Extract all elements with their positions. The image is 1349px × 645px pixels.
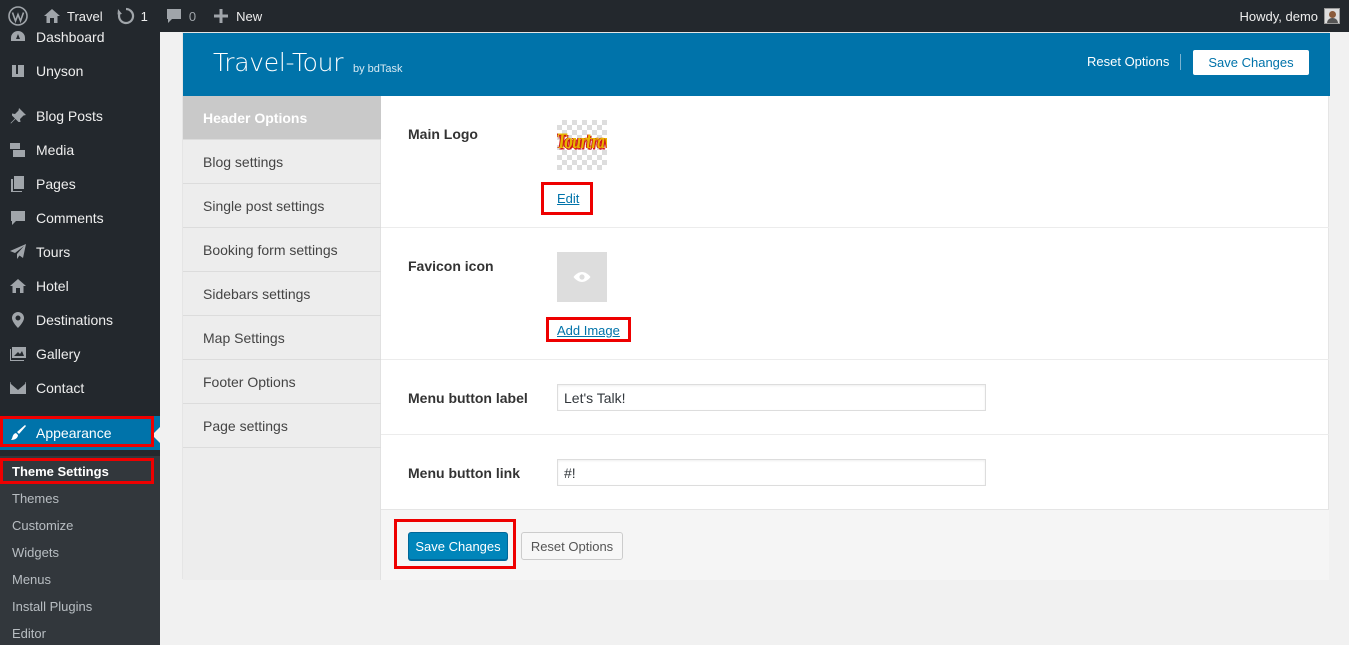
sidebar-item-label: Pages xyxy=(36,176,76,192)
active-indicator xyxy=(152,427,160,443)
options-content: Main Logo Tourtravel Edit Favicon icon A… xyxy=(381,96,1329,580)
sidebar-item-label: Unyson xyxy=(36,63,84,79)
avatar xyxy=(1324,8,1340,24)
sidebar-item-label: Hotel xyxy=(36,278,69,294)
pages-icon xyxy=(0,175,36,193)
option-menu-button-link: Menu button link xyxy=(381,435,1329,509)
mail-icon xyxy=(0,381,36,395)
submenu-theme-settings[interactable]: Theme Settings xyxy=(0,458,160,485)
submenu-menus[interactable]: Menus xyxy=(0,566,160,593)
home-icon xyxy=(0,278,36,294)
tab-header-options[interactable]: Header Options xyxy=(183,96,381,140)
option-label: Menu button label xyxy=(408,390,528,406)
sidebar-item-label: Tours xyxy=(36,244,71,260)
submenu-customize[interactable]: Customize xyxy=(0,512,160,539)
admin-bar: Travel 1 0 New Howdy, demo xyxy=(0,0,1349,32)
sidebar-item-media[interactable]: Media xyxy=(0,133,160,167)
header-save-changes-button[interactable]: Save Changes xyxy=(1193,50,1309,75)
reset-options-button[interactable]: Reset Options xyxy=(521,532,623,560)
options-tabs: Header Options Blog settings Single post… xyxy=(183,96,381,580)
main-logo-text: Tourtravel xyxy=(557,131,607,154)
sidebar-item-gallery[interactable]: Gallery xyxy=(0,337,160,371)
howdy-greeting: Howdy, demo xyxy=(1239,8,1318,24)
sidebar-item-label: Gallery xyxy=(36,346,81,362)
sidebar-item-tours[interactable]: Tours xyxy=(0,235,160,269)
location-pin-icon xyxy=(0,311,36,329)
eye-icon xyxy=(573,272,591,282)
dashboard-icon xyxy=(0,28,36,46)
option-main-logo: Main Logo Tourtravel Edit xyxy=(381,96,1329,228)
gallery-icon xyxy=(0,346,36,362)
sidebar-item-pages[interactable]: Pages xyxy=(0,167,160,201)
sidebar-item-label: Appearance xyxy=(36,425,112,441)
sidebar-item-appearance[interactable]: Appearance xyxy=(0,416,160,450)
paper-plane-icon xyxy=(0,243,36,261)
menu-button-label-input[interactable] xyxy=(557,384,986,411)
unyson-icon xyxy=(0,63,36,79)
sidebar-item-unyson[interactable]: Unyson xyxy=(0,54,160,88)
sidebar-item-comments[interactable]: Comments xyxy=(0,201,160,235)
favicon-add-image-link[interactable]: Add Image xyxy=(557,323,620,338)
save-changes-button[interactable]: Save Changes xyxy=(408,532,508,560)
tab-map-settings[interactable]: Map Settings xyxy=(183,316,381,360)
panel-header: Travel-Tour by bdTask Reset Options Save… xyxy=(183,33,1330,96)
panel-title: Travel-Tour xyxy=(213,48,344,77)
tab-footer-options[interactable]: Footer Options xyxy=(183,360,381,404)
sidebar-item-hotel[interactable]: Hotel xyxy=(0,269,160,303)
submenu-themes[interactable]: Themes xyxy=(0,485,160,512)
comments-menu[interactable]: 0 xyxy=(159,0,203,32)
main-logo-preview[interactable]: Tourtravel xyxy=(557,120,607,170)
comments-count: 0 xyxy=(188,8,197,24)
comment-bubble-icon xyxy=(166,9,181,23)
plus-icon xyxy=(214,9,229,23)
sidebar-item-label: Blog Posts xyxy=(36,108,103,124)
option-label: Menu button link xyxy=(408,465,520,481)
panel-footer: Save Changes Reset Options xyxy=(381,509,1329,580)
option-label: Main Logo xyxy=(408,126,478,142)
sidebar-item-label: Comments xyxy=(36,210,104,226)
submenu-widgets[interactable]: Widgets xyxy=(0,539,160,566)
submenu-editor[interactable]: Editor xyxy=(0,620,160,645)
panel-byline: by bdTask xyxy=(353,63,403,75)
sidebar-item-label: Contact xyxy=(36,380,85,396)
tab-booking-form-settings[interactable]: Booking form settings xyxy=(183,228,381,272)
tab-page-settings[interactable]: Page settings xyxy=(183,404,381,448)
header-divider xyxy=(1180,54,1181,70)
favicon-preview[interactable] xyxy=(557,252,607,302)
media-icon xyxy=(0,141,36,159)
tab-blog-settings[interactable]: Blog settings xyxy=(183,140,381,184)
sidebar-item-destinations[interactable]: Destinations xyxy=(0,303,160,337)
new-label: New xyxy=(236,8,263,24)
tab-sidebars-settings[interactable]: Sidebars settings xyxy=(183,272,381,316)
my-account-menu[interactable]: Howdy, demo xyxy=(1232,0,1349,32)
sidebar-item-contact[interactable]: Contact xyxy=(0,371,160,405)
comments-icon xyxy=(0,210,36,226)
menu-button-link-input[interactable] xyxy=(557,459,986,486)
new-content-menu[interactable]: New xyxy=(207,0,269,32)
admin-sidebar: Dashboard Unyson Blog Posts Media Pages … xyxy=(0,29,160,645)
sidebar-item-blog-posts[interactable]: Blog Posts xyxy=(0,99,160,133)
sidebar-item-label: Media xyxy=(36,142,75,158)
option-menu-button-label: Menu button label xyxy=(381,360,1329,435)
theme-options-panel: Travel-Tour by bdTask Reset Options Save… xyxy=(182,32,1330,580)
paintbrush-icon xyxy=(0,424,36,442)
appearance-submenu: Theme Settings Themes Customize Widgets … xyxy=(0,456,160,645)
option-favicon: Favicon icon Add Image xyxy=(381,228,1329,360)
sidebar-item-label: Dashboard xyxy=(36,29,105,45)
sidebar-item-label: Destinations xyxy=(36,312,114,328)
submenu-install-plugins[interactable]: Install Plugins xyxy=(0,593,160,620)
main-logo-edit-link[interactable]: Edit xyxy=(557,191,579,206)
sidebar-item-dashboard[interactable]: Dashboard xyxy=(0,20,160,54)
tab-single-post-settings[interactable]: Single post settings xyxy=(183,184,381,228)
pin-icon xyxy=(0,107,36,125)
option-label: Favicon icon xyxy=(408,258,494,274)
header-reset-options-button[interactable]: Reset Options xyxy=(1087,54,1169,69)
